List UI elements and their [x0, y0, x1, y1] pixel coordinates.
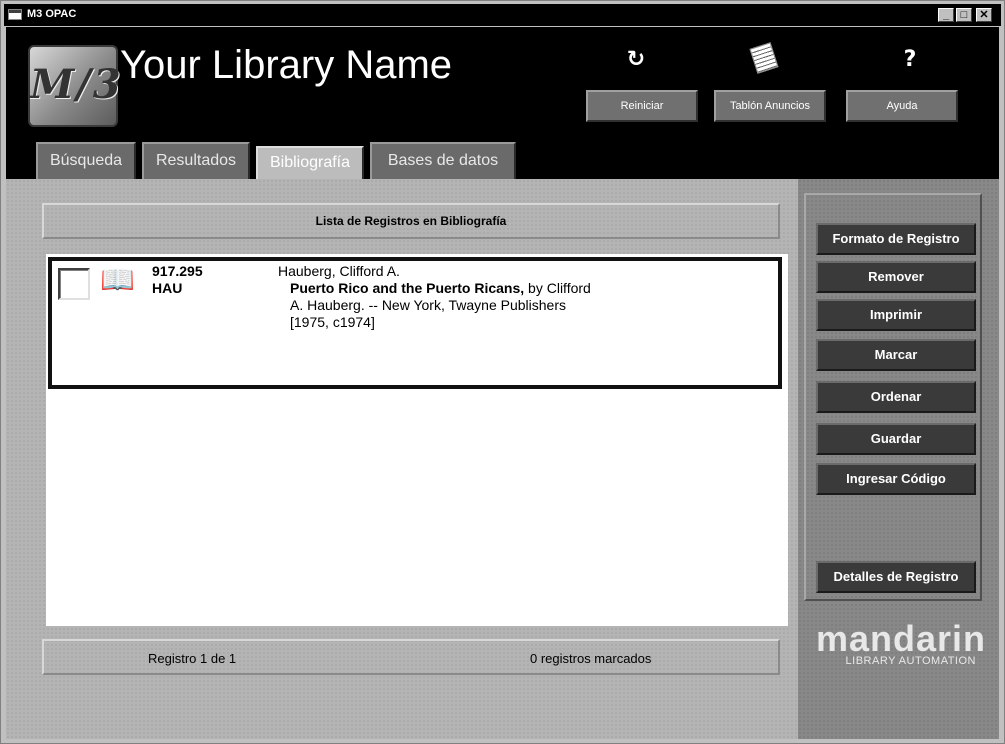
- record-position: Registro 1 de 1: [148, 651, 237, 666]
- bibliography-panel: Lista de Registros en Bibliografía 📖 917…: [6, 179, 798, 739]
- record-date: [1975, c1974]: [290, 314, 375, 330]
- library-name: Your Library Name: [120, 43, 453, 87]
- title-bar: M3 OPAC _ □ ✕: [4, 4, 1001, 26]
- record-format-button[interactable]: Formato de Registro: [816, 223, 976, 255]
- record-details-button[interactable]: Detalles de Registro: [816, 561, 976, 593]
- record-list[interactable]: 📖 917.295 HAU Hauberg, Clifford A. Puert…: [46, 254, 788, 626]
- close-button[interactable]: ✕: [976, 8, 992, 22]
- restart-button[interactable]: Reiniciar: [586, 90, 698, 122]
- tab-bases-de-datos[interactable]: Bases de datos: [370, 142, 516, 179]
- enter-code-button[interactable]: Ingresar Código: [816, 463, 976, 495]
- tab-busqueda[interactable]: Búsqueda: [36, 142, 136, 179]
- app-window: M3 OPAC _ □ ✕ M/3 Your Library Name ↻ ? …: [0, 0, 1005, 744]
- remove-button[interactable]: Remover: [816, 261, 976, 293]
- notice-icon[interactable]: [744, 42, 784, 77]
- call-number-cutter: HAU: [152, 280, 183, 296]
- minimize-button[interactable]: _: [938, 8, 954, 22]
- header: M/3 Your Library Name ↻ ? Reiniciar Tabl…: [6, 27, 999, 179]
- record-citation: Hauberg, Clifford A. Puerto Rico and the…: [278, 263, 718, 331]
- list-header: Lista de Registros en Bibliografía: [42, 203, 780, 239]
- action-button-group: Formato de Registro Remover Imprimir Mar…: [804, 193, 982, 601]
- restart-icon[interactable]: ↻: [616, 47, 656, 72]
- print-button[interactable]: Imprimir: [816, 299, 976, 331]
- question-icon[interactable]: ?: [890, 47, 930, 72]
- app-icon: [8, 9, 22, 20]
- marked-count: 0 registros marcados: [530, 651, 652, 666]
- record-checkbox[interactable]: [58, 268, 90, 300]
- mark-button[interactable]: Marcar: [816, 339, 976, 371]
- record-title-line: Puerto Rico and the Puerto Ricans, by Cl…: [278, 280, 718, 297]
- sort-button[interactable]: Ordenar: [816, 381, 976, 413]
- record-byline: by Clifford: [528, 280, 591, 296]
- window-title: M3 OPAC: [27, 8, 77, 20]
- record-publication: A. Hauberg. -- New York, Twayne Publishe…: [290, 297, 566, 313]
- mandarin-logo: mandarin LIBRARY AUTOMATION: [816, 618, 987, 668]
- save-button[interactable]: Guardar: [816, 423, 976, 455]
- logo-text: M/3: [30, 61, 123, 108]
- brand-name: mandarin: [816, 618, 987, 659]
- status-bar: Registro 1 de 1 0 registros marcados: [42, 639, 780, 675]
- book-icon: 📖: [100, 264, 135, 295]
- call-number: 917.295: [152, 263, 203, 279]
- maximize-button[interactable]: □: [956, 8, 972, 22]
- list-item[interactable]: 📖 917.295 HAU Hauberg, Clifford A. Puert…: [48, 257, 782, 389]
- notice-board-button[interactable]: Tablón Anuncios: [714, 90, 826, 122]
- help-button[interactable]: Ayuda: [846, 90, 958, 122]
- tab-resultados[interactable]: Resultados: [142, 142, 250, 179]
- record-author: Hauberg, Clifford A.: [278, 263, 400, 279]
- record-title: Puerto Rico and the Puerto Ricans,: [290, 280, 525, 296]
- tab-bibliografia[interactable]: Bibliografía: [256, 146, 364, 179]
- m3-logo: M/3: [28, 45, 123, 127]
- action-sidebar: Formato de Registro Remover Imprimir Mar…: [798, 179, 999, 739]
